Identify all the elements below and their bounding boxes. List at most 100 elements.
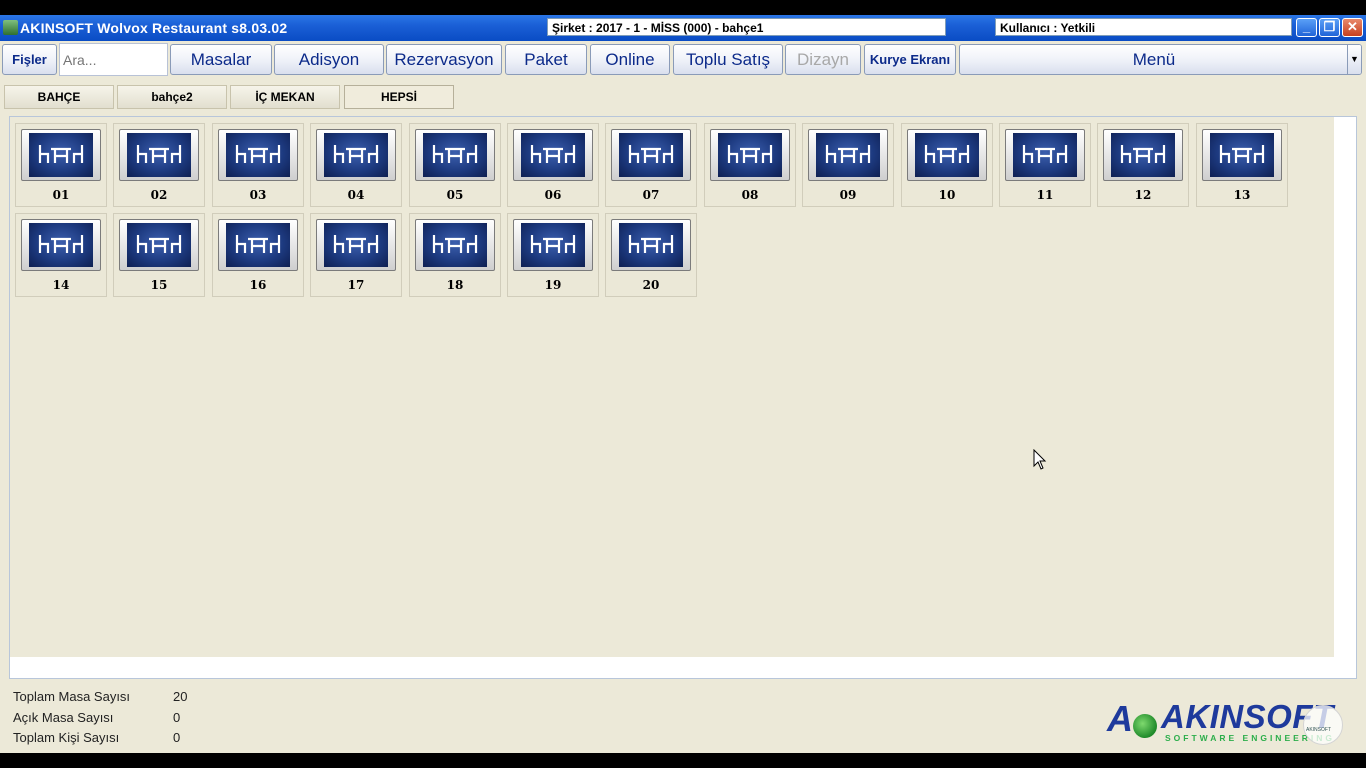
table-tile[interactable]: 12	[1097, 123, 1189, 207]
table-number: 04	[347, 188, 365, 202]
total-people-value: 0	[173, 730, 181, 745]
adisyon-button[interactable]: Adisyon	[274, 44, 384, 75]
table-number: 18	[446, 278, 464, 292]
table-number: 13	[1233, 188, 1251, 202]
company-info: Şirket : 2017 - 1 - MİSS (000) - bahçe1	[547, 18, 946, 36]
area-tab-hepsi[interactable]: HEPSİ	[344, 85, 454, 109]
logo-mark: A	[1107, 698, 1133, 739]
table-number: 15	[150, 278, 168, 292]
table-number: 11	[1036, 188, 1054, 202]
search-input[interactable]	[59, 43, 168, 76]
table-tile[interactable]: 01	[15, 123, 107, 207]
app-window: AKINSOFT Wolvox Restaurant s8.03.02 Şirk…	[0, 15, 1366, 753]
watermark-text: AKINSOFT	[1306, 727, 1332, 733]
close-button[interactable]: ✕	[1342, 18, 1363, 37]
table-number: 08	[741, 188, 759, 202]
online-button[interactable]: Online	[590, 44, 670, 75]
tables-grid: 01 02 03 04 05 06 07 08 09 10 11 12 13 14 15 16 17 18 19 20	[10, 117, 1334, 657]
table-chairs-icon	[1022, 145, 1068, 163]
rezervasyon-button[interactable]: Rezervasyon	[386, 44, 502, 75]
table-image	[415, 129, 495, 181]
menu-button[interactable]: Menü ▼	[959, 44, 1362, 75]
table-image	[1103, 129, 1183, 181]
kurye-ekrani-button[interactable]: Kurye Ekranı	[864, 44, 956, 75]
table-tile[interactable]: 11	[999, 123, 1091, 207]
tables-panel: 01 02 03 04 05 06 07 08 09 10 11 12 13 14 15 16 17 18 19 20	[9, 116, 1357, 679]
table-chairs-icon	[628, 235, 674, 253]
table-image	[710, 129, 790, 181]
table-tile[interactable]: 18	[409, 213, 501, 297]
table-chairs-icon	[333, 145, 379, 163]
table-chairs-icon	[432, 145, 478, 163]
table-image	[316, 129, 396, 181]
chevron-down-icon[interactable]: ▼	[1347, 45, 1361, 74]
table-tile[interactable]: 15	[113, 213, 205, 297]
table-image	[1202, 129, 1282, 181]
table-tile[interactable]: 08	[704, 123, 796, 207]
table-chairs-icon	[136, 235, 182, 253]
table-tile[interactable]: 20	[605, 213, 697, 297]
table-image	[907, 129, 987, 181]
mouse-cursor-icon	[1033, 449, 1047, 470]
table-tile[interactable]: 06	[507, 123, 599, 207]
table-chairs-icon	[825, 145, 871, 163]
total-tables-label: Toplam Masa Sayısı	[13, 689, 131, 704]
area-tab-bahce[interactable]: BAHÇE	[4, 85, 114, 109]
title-bar: AKINSOFT Wolvox Restaurant s8.03.02 Şirk…	[0, 15, 1366, 41]
globe-icon	[1133, 714, 1157, 738]
table-tile[interactable]: 05	[409, 123, 501, 207]
table-tile[interactable]: 13	[1196, 123, 1288, 207]
menu-label: Menü	[1132, 50, 1176, 69]
table-tile[interactable]: 17	[310, 213, 402, 297]
table-image	[218, 219, 298, 271]
area-tab-ic-mekan[interactable]: İÇ MEKAN	[230, 85, 340, 109]
table-image	[1005, 129, 1085, 181]
watermark-logo: AKINSOFT	[1303, 705, 1343, 745]
table-image	[218, 129, 298, 181]
table-number: 19	[544, 278, 562, 292]
area-tab-bahce2[interactable]: bahçe2	[117, 85, 227, 109]
masalar-button[interactable]: Masalar	[170, 44, 272, 75]
paket-button[interactable]: Paket	[505, 44, 587, 75]
open-tables-value: 0	[173, 710, 181, 725]
total-tables-value: 20	[173, 689, 188, 704]
table-image	[119, 129, 199, 181]
minimize-button[interactable]: _	[1296, 18, 1317, 37]
table-number: 17	[347, 278, 365, 292]
table-tile[interactable]: 03	[212, 123, 304, 207]
table-image	[611, 219, 691, 271]
table-image	[513, 219, 593, 271]
table-tile[interactable]: 10	[901, 123, 993, 207]
table-tile[interactable]: 02	[113, 123, 205, 207]
app-icon	[3, 20, 18, 35]
table-tile[interactable]: 14	[15, 213, 107, 297]
table-tile[interactable]: 09	[802, 123, 894, 207]
table-image	[316, 219, 396, 271]
restore-button[interactable]: ❐	[1319, 18, 1340, 37]
fisler-button[interactable]: Fişler	[2, 44, 57, 75]
table-number: 12	[1134, 188, 1152, 202]
dizayn-button: Dizayn	[785, 44, 861, 75]
table-chairs-icon	[432, 235, 478, 253]
table-number: 02	[150, 188, 168, 202]
toplu-satis-button[interactable]: Toplu Satış	[673, 44, 783, 75]
table-chairs-icon	[333, 235, 379, 253]
table-chairs-icon	[530, 235, 576, 253]
table-tile[interactable]: 19	[507, 213, 599, 297]
table-chairs-icon	[628, 145, 674, 163]
table-number: 14	[52, 278, 70, 292]
table-number: 09	[839, 188, 857, 202]
user-info: Kullanıcı : Yetkili	[995, 18, 1292, 36]
table-chairs-icon	[38, 145, 84, 163]
table-chairs-icon	[1120, 145, 1166, 163]
table-image	[119, 219, 199, 271]
table-image	[415, 219, 495, 271]
table-tile[interactable]: 04	[310, 123, 402, 207]
table-tile[interactable]: 16	[212, 213, 304, 297]
table-number: 20	[642, 278, 660, 292]
window-title: AKINSOFT Wolvox Restaurant s8.03.02	[20, 20, 288, 36]
table-number: 07	[642, 188, 660, 202]
table-chairs-icon	[136, 145, 182, 163]
table-tile[interactable]: 07	[605, 123, 697, 207]
open-tables-label: Açık Masa Sayısı	[13, 710, 114, 725]
